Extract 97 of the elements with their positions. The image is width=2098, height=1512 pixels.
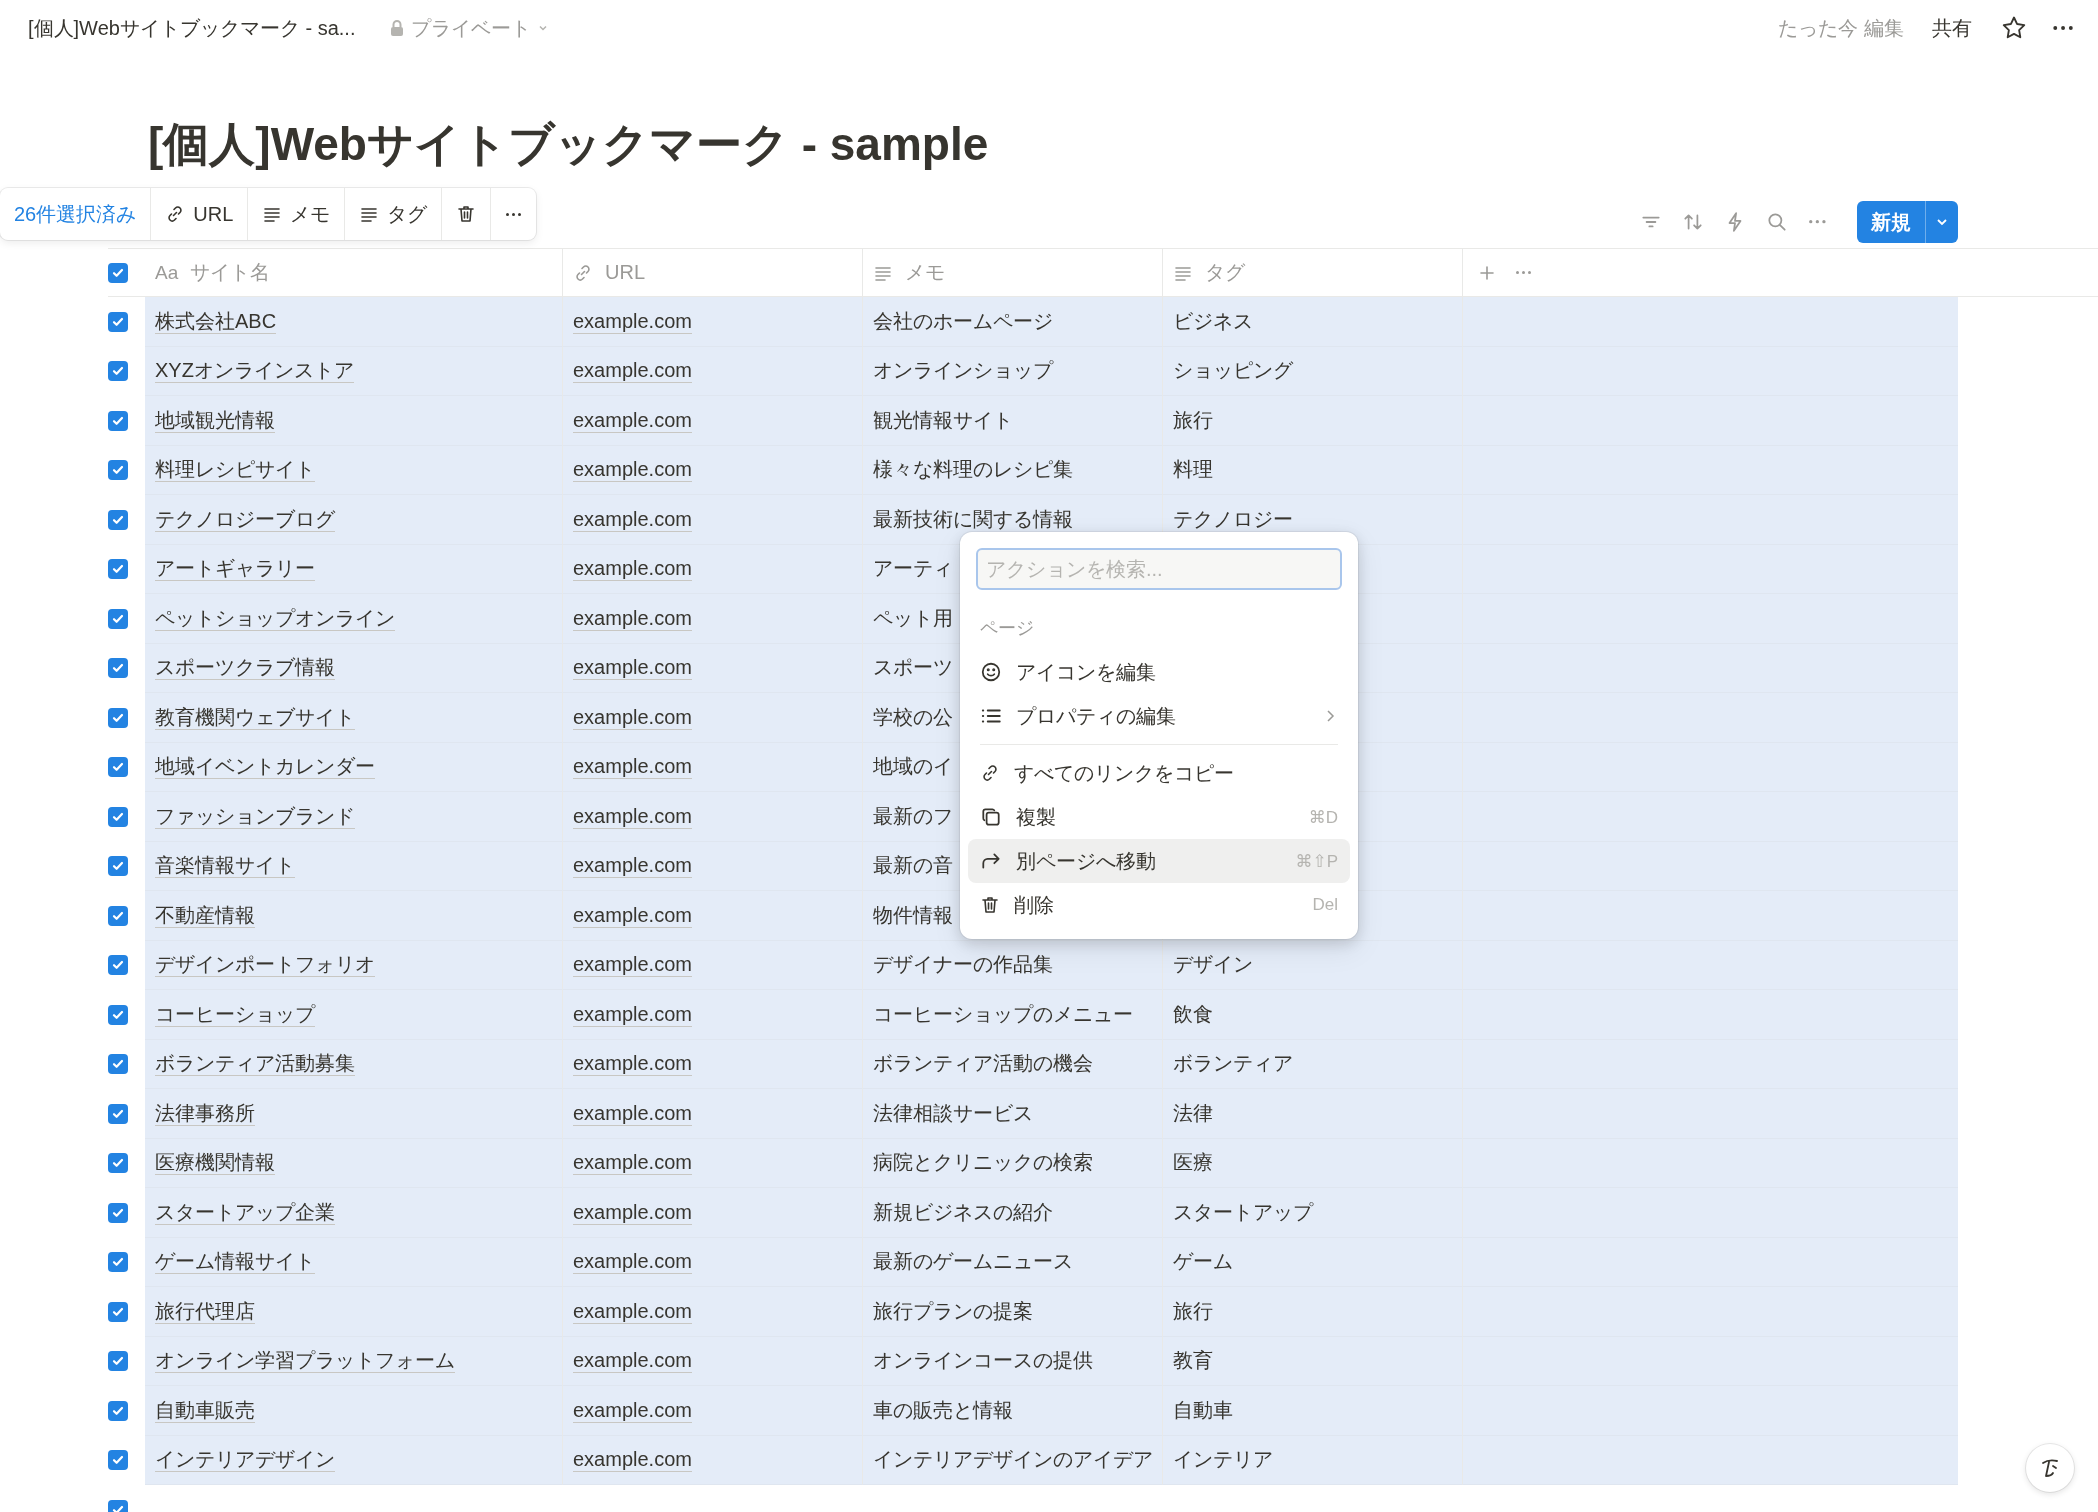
url-cell[interactable]: example.com	[563, 1435, 863, 1485]
url-cell[interactable]: example.com	[563, 891, 863, 941]
url-cell[interactable]: example.com	[563, 792, 863, 842]
checkbox[interactable]	[108, 1202, 128, 1223]
checkbox[interactable]	[108, 1153, 128, 1174]
url-cell[interactable]: example.com	[563, 1188, 863, 1238]
checkbox[interactable]	[108, 608, 128, 629]
checkbox[interactable]	[108, 905, 128, 926]
shortcut-hint: ⌘D	[1308, 806, 1338, 828]
checkbox[interactable]	[108, 1301, 128, 1322]
table-cell: 旅行プランの提案	[863, 1287, 1163, 1337]
table-cell: 観光情報サイト	[863, 396, 1163, 446]
checkbox[interactable]	[108, 460, 128, 481]
sort-icon[interactable]	[1682, 211, 1705, 233]
page-title-cell[interactable]: 教育機関ウェブサイト	[145, 693, 563, 743]
table-cell: インテリアデザインのアイデア	[863, 1435, 1163, 1485]
checkbox[interactable]	[108, 1004, 128, 1025]
table-cell: 新規ビジネスの紹介	[863, 1188, 1163, 1238]
table-cell: コーヒーショップのメニュー	[863, 990, 1163, 1040]
checkbox[interactable]	[108, 509, 128, 530]
trash-icon	[980, 895, 1000, 915]
more-icon	[2051, 26, 2074, 30]
url-cell[interactable]: example.com	[563, 1089, 863, 1139]
checkbox[interactable]	[108, 806, 128, 827]
shortcut-hint: Del	[1312, 895, 1338, 915]
url-cell[interactable]: example.com	[563, 1287, 863, 1337]
checkbox[interactable]	[108, 955, 128, 976]
page-title-cell[interactable]: テクノロジーブログ	[145, 495, 563, 545]
table-cell: 車の販売と情報	[863, 1386, 1163, 1436]
page-title-cell[interactable]: 法律事務所	[145, 1089, 563, 1139]
action-search-field[interactable]: アクションを検索...	[976, 548, 1342, 590]
property-button[interactable]: メモ	[248, 188, 346, 240]
assistant-button[interactable]	[2026, 1444, 2074, 1492]
search-icon[interactable]	[1766, 211, 1789, 233]
page-title-cell[interactable]: 旅行代理店	[145, 1287, 563, 1337]
trash-icon	[456, 204, 477, 224]
page-title-cell[interactable]: ペットショップオンライン	[145, 594, 563, 644]
table-cell: インテリア	[1163, 1435, 1463, 1485]
more-icon	[505, 212, 523, 216]
table-cell: スタートアップ	[1163, 1188, 1463, 1238]
url-cell[interactable]: example.com	[563, 1386, 863, 1436]
menu-item[interactable]: 別ページへ移動 ⌘⇧P	[968, 839, 1350, 883]
checkbox[interactable]	[108, 311, 128, 332]
page-title: [個人]Webサイトブックマーク - sample	[148, 117, 990, 172]
title-type-icon: Aa	[155, 261, 179, 284]
lock-icon	[389, 19, 406, 37]
url-cell[interactable]: example.com	[563, 396, 863, 446]
edited-time: たった今 編集	[1778, 15, 1904, 41]
property-button[interactable]: タグ	[345, 188, 443, 240]
smile-icon	[980, 661, 1002, 683]
page-title-cell[interactable]: インテリアデザイン	[145, 1435, 563, 1485]
table-cell: 飲食	[1163, 990, 1463, 1040]
table-cell: 法律相談サービス	[863, 1089, 1163, 1139]
checkbox[interactable]	[108, 1351, 128, 1372]
checkbox[interactable]	[108, 1400, 128, 1421]
url-cell[interactable]: example.com	[563, 495, 863, 545]
url-cell[interactable]: example.com	[563, 297, 863, 347]
more-icon	[1808, 220, 1827, 224]
checkbox[interactable]	[108, 707, 128, 728]
shortcut-hint: ⌘⇧P	[1295, 850, 1338, 872]
checkbox[interactable]	[108, 559, 128, 580]
section-label: ページ	[979, 617, 1035, 640]
link-icon	[573, 262, 593, 283]
table-cell: 旅行	[1163, 1287, 1463, 1337]
new-button[interactable]: 新規	[1857, 201, 1925, 243]
checkbox[interactable]	[108, 1252, 128, 1273]
checkbox[interactable]	[108, 1103, 128, 1124]
page-title-cell[interactable]: 自動車販売	[145, 1386, 563, 1436]
property-button[interactable]: URL	[151, 188, 249, 240]
checkbox[interactable]	[108, 1450, 128, 1471]
checkbox[interactable]	[108, 856, 128, 877]
page-title-cell[interactable]: スタートアップ企業	[145, 1188, 563, 1238]
url-cell[interactable]: example.com	[563, 990, 863, 1040]
page-title-cell[interactable]: コーヒーショップ	[145, 990, 563, 1040]
table-cell: 自動車	[1163, 1386, 1463, 1436]
breadcrumb[interactable]: [個人]Webサイトブックマーク - sa...	[28, 14, 356, 42]
checkbox[interactable]	[108, 658, 128, 679]
table-cell: 旅行	[1163, 396, 1463, 446]
selected-count: 26件選択済み	[0, 188, 152, 240]
page-title-cell[interactable]: ファッションブランド	[145, 792, 563, 842]
page-title-cell[interactable]: 株式会社ABC	[145, 297, 563, 347]
share-button[interactable]: 共有	[1927, 10, 1976, 46]
link-icon	[980, 763, 1000, 783]
checkbox[interactable]	[108, 262, 128, 283]
checkbox[interactable]	[108, 757, 128, 778]
url-cell[interactable]: example.com	[563, 693, 863, 743]
page-title-cell[interactable]: 地域観光情報	[145, 396, 563, 446]
page-title-cell[interactable]: 不動産情報	[145, 891, 563, 941]
table-cell: ビジネス	[1163, 297, 1463, 347]
copy-icon	[980, 806, 1002, 828]
table-cell: 法律	[1163, 1089, 1463, 1139]
table-cell: 会社のホームページ	[863, 297, 1163, 347]
checkbox[interactable]	[108, 410, 128, 431]
checkbox[interactable]	[108, 1054, 128, 1075]
more-icon	[1515, 271, 1532, 274]
checkbox[interactable]	[108, 361, 128, 382]
url-cell[interactable]: example.com	[563, 594, 863, 644]
